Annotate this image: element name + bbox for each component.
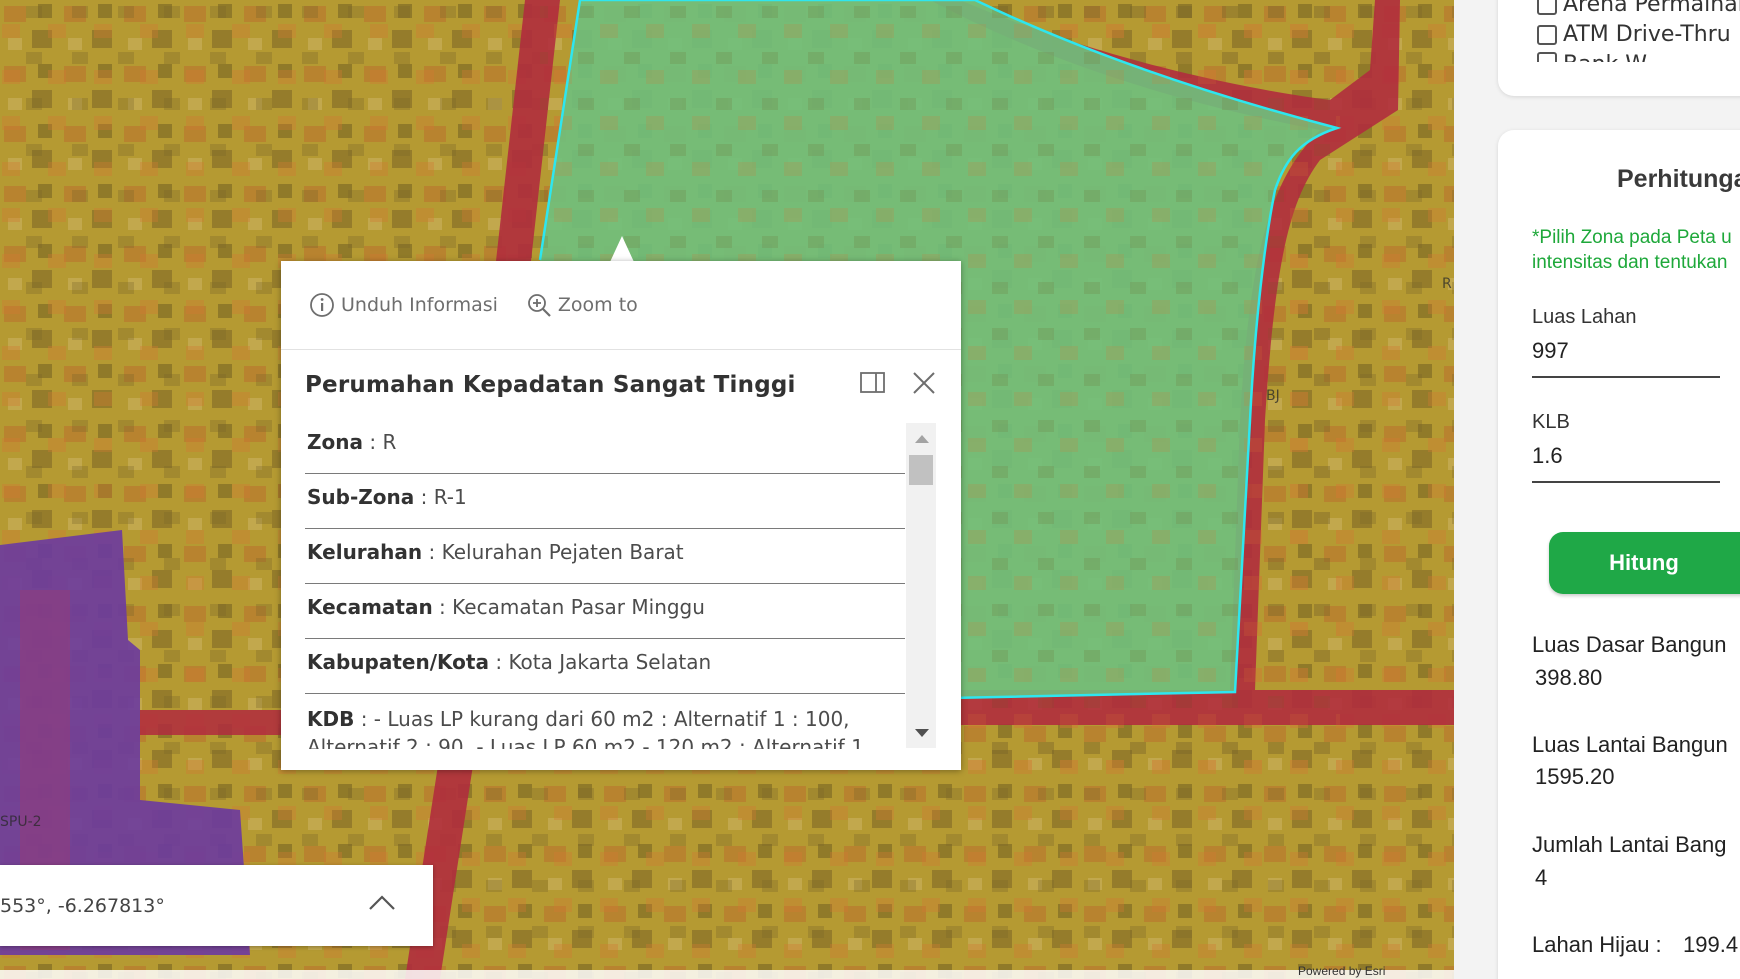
scroll-down-icon[interactable] bbox=[915, 729, 929, 737]
result-value: 1595.20 bbox=[1535, 764, 1615, 789]
field-value: : Kelurahan Pejaten Barat bbox=[422, 540, 684, 564]
dock-icon bbox=[860, 372, 885, 393]
field-key: Kelurahan bbox=[307, 540, 423, 564]
popup-actions: Unduh Informasi Zoom to bbox=[281, 261, 961, 350]
checkbox-label: Bank W bbox=[1563, 52, 1647, 62]
chevron-up-icon bbox=[369, 895, 395, 910]
field-key: Zona bbox=[307, 430, 363, 454]
close-icon bbox=[913, 372, 935, 394]
field-value: : R bbox=[362, 430, 397, 454]
field-value: : Kota Jakarta Selatan bbox=[488, 650, 712, 674]
dock-button[interactable] bbox=[859, 371, 887, 400]
info-icon bbox=[310, 293, 334, 317]
zoom-to-action[interactable]: Zoom to bbox=[526, 292, 638, 318]
checkbox-item[interactable]: Bank W bbox=[1537, 52, 1647, 62]
checkbox-item[interactable]: Arena Permainan bbox=[1537, 0, 1740, 17]
klb-label: KLB bbox=[1532, 411, 1570, 433]
popup-pointer bbox=[610, 236, 634, 262]
checkbox[interactable] bbox=[1537, 24, 1557, 45]
zone-label-sp: SPU-2 bbox=[0, 814, 42, 830]
result-value: 4 bbox=[1535, 865, 1548, 890]
result-label: Lahan Hijau : bbox=[1532, 932, 1662, 957]
attribution-text: Powered by Esri bbox=[1298, 964, 1386, 978]
coordinate-widget: 553°, -6.267813° bbox=[0, 865, 433, 946]
scroll-up-icon[interactable] bbox=[915, 435, 929, 443]
result-value: 199.4 bbox=[1683, 932, 1739, 957]
feature-popup: Unduh Informasi Zoom to Perumahan Kepada… bbox=[281, 261, 961, 770]
luas-lahan-label: Luas Lahan bbox=[1532, 306, 1637, 328]
hitung-label: Hitung bbox=[1609, 550, 1679, 575]
checkbox-item[interactable]: ATM Drive-Thru bbox=[1537, 22, 1731, 47]
field-row: Sub-Zona : R-1 bbox=[305, 474, 905, 529]
result-value: 398.80 bbox=[1535, 665, 1603, 690]
zoom-in-icon bbox=[528, 294, 551, 317]
popup-content[interactable]: Zona : R Sub-Zona : R-1 Kelurahan : Kelu… bbox=[305, 419, 905, 749]
app-root: { "map": { "zone_labels": { "sp": "SPU-2… bbox=[0, 0, 1740, 979]
close-button[interactable] bbox=[911, 370, 937, 401]
field-row: Kabupaten/Kota : Kota Jakarta Selatan bbox=[305, 639, 905, 694]
field-value: : - Luas LP kurang dari 60 m2 : Alternat… bbox=[307, 707, 864, 749]
result-label: Jumlah Lantai Bang bbox=[1532, 832, 1727, 857]
field-row: Kecamatan : Kecamatan Pasar Minggu bbox=[305, 584, 905, 639]
zoom-to-label: Zoom to bbox=[557, 294, 638, 316]
klb-input[interactable]: 1.6 bbox=[1532, 443, 1720, 483]
field-key: Sub-Zona bbox=[307, 485, 415, 509]
note-line-1: *Pilih Zona pada Peta u bbox=[1532, 227, 1732, 248]
field-value: : R-1 bbox=[414, 485, 467, 509]
zone-label-bj: BJ bbox=[1266, 388, 1280, 404]
field-key: Kabupaten/Kota bbox=[307, 650, 489, 674]
field-key: KDB bbox=[307, 707, 355, 731]
field-value: : Kecamatan Pasar Minggu bbox=[432, 595, 705, 619]
field-row: Kelurahan : Kelurahan Pejaten Barat bbox=[305, 529, 905, 584]
download-info-label: Unduh Informasi bbox=[341, 294, 498, 316]
note-line-2: intensitas dan tentukan bbox=[1532, 252, 1728, 273]
expand-button[interactable] bbox=[368, 893, 396, 916]
scroll-thumb[interactable] bbox=[909, 455, 933, 485]
field-row: Zona : R bbox=[305, 419, 905, 474]
field-key: Kecamatan bbox=[307, 595, 433, 619]
luas-lahan-input[interactable]: 997 bbox=[1532, 338, 1720, 378]
popup-scrollbar[interactable] bbox=[906, 423, 936, 748]
zone-label-r: R bbox=[1442, 276, 1452, 292]
checkbox-label: Arena Permainan bbox=[1563, 0, 1740, 17]
map-attribution-bar: Powered by Esri bbox=[0, 964, 1454, 979]
checkbox[interactable] bbox=[1537, 52, 1557, 62]
field-row: KDB : - Luas LP kurang dari 60 m2 : Alte… bbox=[305, 694, 905, 749]
calculation-title: Perhitungan bbox=[1617, 165, 1740, 193]
popup-title: Perumahan Kepadatan Sangat Tinggi bbox=[305, 372, 796, 398]
checkbox[interactable] bbox=[1537, 0, 1557, 15]
result-label: Luas Lantai Bangun bbox=[1532, 732, 1728, 757]
download-info-action[interactable]: Unduh Informasi bbox=[309, 292, 498, 318]
result-label: Luas Dasar Bangun bbox=[1532, 632, 1727, 657]
coordinate-readout: 553°, -6.267813° bbox=[0, 895, 165, 917]
instruction-note: *Pilih Zona pada Peta u intensitas dan t… bbox=[1532, 225, 1732, 275]
hitung-button[interactable]: Hitung bbox=[1549, 532, 1740, 594]
checkbox-label: ATM Drive-Thru bbox=[1563, 22, 1731, 47]
